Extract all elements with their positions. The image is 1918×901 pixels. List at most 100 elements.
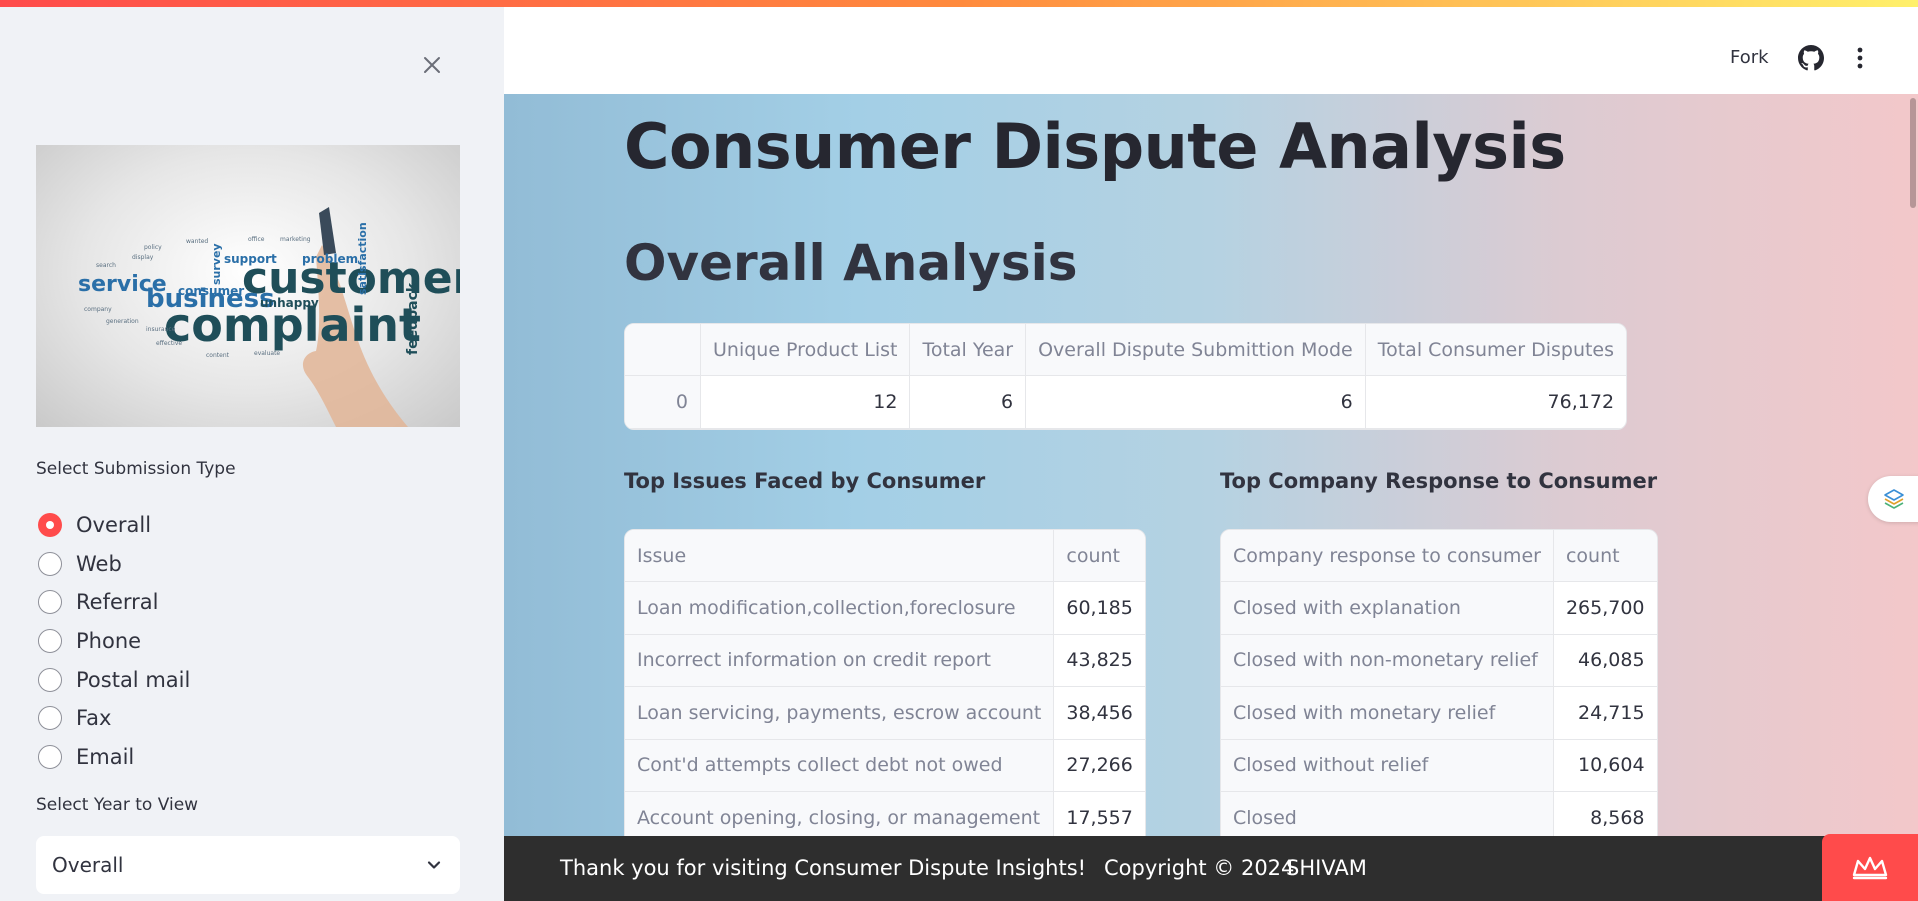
table-cell[interactable]: 43,825 [1054,635,1145,687]
table-cell[interactable]: 24,715 [1553,687,1657,740]
table-row: Loan servicing, payments, escrow account… [625,687,1145,740]
table-row: Closed with monetary relief 24,715 [1221,687,1657,740]
radio-option-web[interactable]: Web [38,545,190,584]
table-cell[interactable]: 265,700 [1553,582,1657,635]
footer-thanks-text: Thank you for visiting Consumer Dispute … [560,856,1087,880]
table-cell[interactable]: Incorrect information on credit report [625,634,1055,687]
radio-label: Phone [76,629,142,654]
svg-text:unhappy: unhappy [260,296,319,310]
scrollbar-thumb[interactable] [1910,98,1916,208]
section-title: Overall Analysis [624,234,1078,292]
svg-text:company: company [84,306,112,313]
radio-selected-indicator[interactable] [38,513,62,538]
response-heading: Top Company Response to Consumer [1220,469,1658,493]
top-decoration-strip [0,0,1918,7]
radio-label: Referral [76,590,159,615]
radio-indicator[interactable] [38,629,62,654]
radio-indicator[interactable] [38,667,62,692]
year-select-label: Select Year to View [36,795,199,815]
table-cell[interactable]: 46,085 [1553,635,1657,687]
table-header-cell[interactable]: Unique Product List [701,324,911,376]
table-cell[interactable]: Closed with non-monetary relief [1221,634,1554,687]
radio-indicator[interactable] [38,706,62,731]
submission-type-radio-group: Overall Web Referral Phone Postal mail F… [38,506,190,776]
table-cell[interactable]: 6 [1026,376,1366,429]
table-header-row: Company response to consumer count [1221,530,1657,582]
github-icon[interactable] [1798,45,1824,71]
svg-text:office: office [248,236,265,243]
svg-text:generation: generation [106,318,139,325]
table-header-row: Issue count [625,530,1145,582]
table-row: Loan modification,collection,foreclosure… [625,582,1145,635]
table-header-cell[interactable]: Company response to consumer [1221,530,1554,582]
radio-option-overall[interactable]: Overall [38,506,190,545]
close-icon [424,57,440,73]
table-cell[interactable]: Loan modification,collection,foreclosure [625,582,1055,635]
table-header-cell[interactable]: Overall Dispute Submittion Mode [1026,324,1366,376]
table-cell[interactable]: Cont'd attempts collect debt not owed [625,739,1055,792]
svg-text:marketing: marketing [280,236,311,243]
issues-table[interactable]: Issue count Loan modification,collection… [624,529,1146,846]
radio-label: Overall [76,513,152,538]
radio-option-email[interactable]: Email [38,738,190,777]
main-content: Consumer Dispute Analysis Overall Analys… [504,94,1918,901]
table-header-row: Unique Product List Total Year Overall D… [625,324,1627,376]
table-cell[interactable]: 76,172 [1365,376,1627,429]
response-table[interactable]: Company response to consumer count Close… [1220,529,1658,846]
table-row: Cont'd attempts collect debt not owed 27… [625,739,1145,792]
svg-text:policy: policy [144,244,162,251]
app-header: Fork [504,7,1918,94]
footer-copyright: Copyright © 2024 [1104,856,1295,880]
radio-indicator[interactable] [38,744,62,769]
streamlit-crown-icon [1852,856,1888,879]
table-header-cell[interactable] [625,324,701,376]
radio-label: Postal mail [76,667,191,692]
main-scrollbar[interactable] [1908,94,1918,836]
chevron-down-icon [427,861,441,869]
year-select-value: Overall [52,853,124,877]
summary-table[interactable]: Unique Product List Total Year Overall D… [624,323,1628,430]
table-row: Incorrect information on credit report 4… [625,634,1145,687]
svg-text:search: search [96,262,116,269]
table-cell[interactable]: 27,266 [1054,740,1145,792]
layers-icon [1884,489,1904,509]
radio-indicator[interactable] [38,551,62,576]
svg-text:wanted: wanted [186,238,208,245]
table-header-cell[interactable]: count [1054,530,1145,582]
table-row: Closed without relief 10,604 [1221,739,1657,792]
table-header-cell[interactable]: count [1553,530,1657,582]
table-header-cell[interactable]: Total Consumer Disputes [1365,324,1627,376]
radio-option-fax[interactable]: Fax [38,699,190,738]
sidebar-close-button[interactable] [416,49,448,81]
table-cell[interactable]: 60,185 [1054,582,1145,635]
table-row: 0 12 6 6 76,172 [625,376,1627,429]
radio-option-phone[interactable]: Phone [38,622,190,661]
streamlit-badge-button[interactable] [1822,834,1918,901]
radio-option-referral[interactable]: Referral [38,583,190,622]
issues-heading: Top Issues Faced by Consumer [624,469,986,493]
table-cell[interactable]: 12 [701,376,911,429]
more-vertical-icon[interactable] [1850,45,1870,71]
footer-author: SHIVAM [1286,856,1367,880]
svg-text:evaluate: evaluate [254,350,280,357]
table-cell[interactable]: 38,456 [1054,687,1145,740]
table-cell[interactable]: 6 [910,376,1027,429]
radio-option-postal-mail[interactable]: Postal mail [38,660,190,699]
table-cell[interactable]: Closed with monetary relief [1221,687,1554,740]
table-cell[interactable]: Closed without relief [1221,739,1554,792]
radio-indicator[interactable] [38,590,62,615]
table-header-cell[interactable]: Total Year [910,324,1027,376]
table-header-cell[interactable]: Issue [625,530,1055,582]
table-row: Closed with non-monetary relief 46,085 [1221,634,1657,687]
year-select[interactable]: Overall [36,836,460,894]
svg-text:survey: survey [210,243,223,285]
table-cell[interactable]: Loan servicing, payments, escrow account [625,687,1055,740]
table-cell[interactable]: Closed with explanation [1221,582,1554,635]
table-cell[interactable]: 10,604 [1553,740,1657,792]
word-cloud-image: customer complaint business service cons… [36,145,460,427]
floating-widget-button[interactable] [1868,476,1918,522]
submission-type-label: Select Submission Type [36,459,236,479]
table-index-cell[interactable]: 0 [625,376,701,429]
word-cloud-graphic: customer complaint business service cons… [78,207,460,427]
fork-button[interactable]: Fork [1730,47,1769,68]
